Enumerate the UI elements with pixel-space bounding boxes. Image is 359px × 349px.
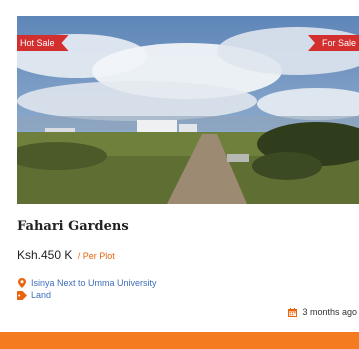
calendar-icon xyxy=(288,307,298,317)
posted-date: 3 months ago xyxy=(288,307,357,317)
listing-photo[interactable] xyxy=(17,16,359,204)
map-marker-icon xyxy=(17,278,27,288)
price-unit: / Per Plot xyxy=(77,251,115,261)
tag-icon xyxy=(17,290,27,300)
listing-title[interactable]: Fahari Gardens xyxy=(17,219,129,234)
location-text: Isinya Next to Umma University xyxy=(31,278,157,288)
hot-sale-ribbon: Hot Sale xyxy=(17,35,69,51)
price-amount: Ksh.450 K xyxy=(17,248,73,262)
for-sale-ribbon: For Sale xyxy=(307,35,359,51)
category-link[interactable]: Land xyxy=(17,290,51,300)
listing-card[interactable]: Hot Sale For Sale Fahari Gardens Ksh.450… xyxy=(0,0,359,349)
location-link[interactable]: Isinya Next to Umma University xyxy=(17,278,157,288)
category-text: Land xyxy=(31,290,52,300)
listing-price: Ksh.450 K / Per Plot xyxy=(17,248,115,262)
posted-text: 3 months ago xyxy=(302,307,357,317)
land-photo-illustration xyxy=(17,16,359,204)
card-footer-bar xyxy=(0,332,359,349)
